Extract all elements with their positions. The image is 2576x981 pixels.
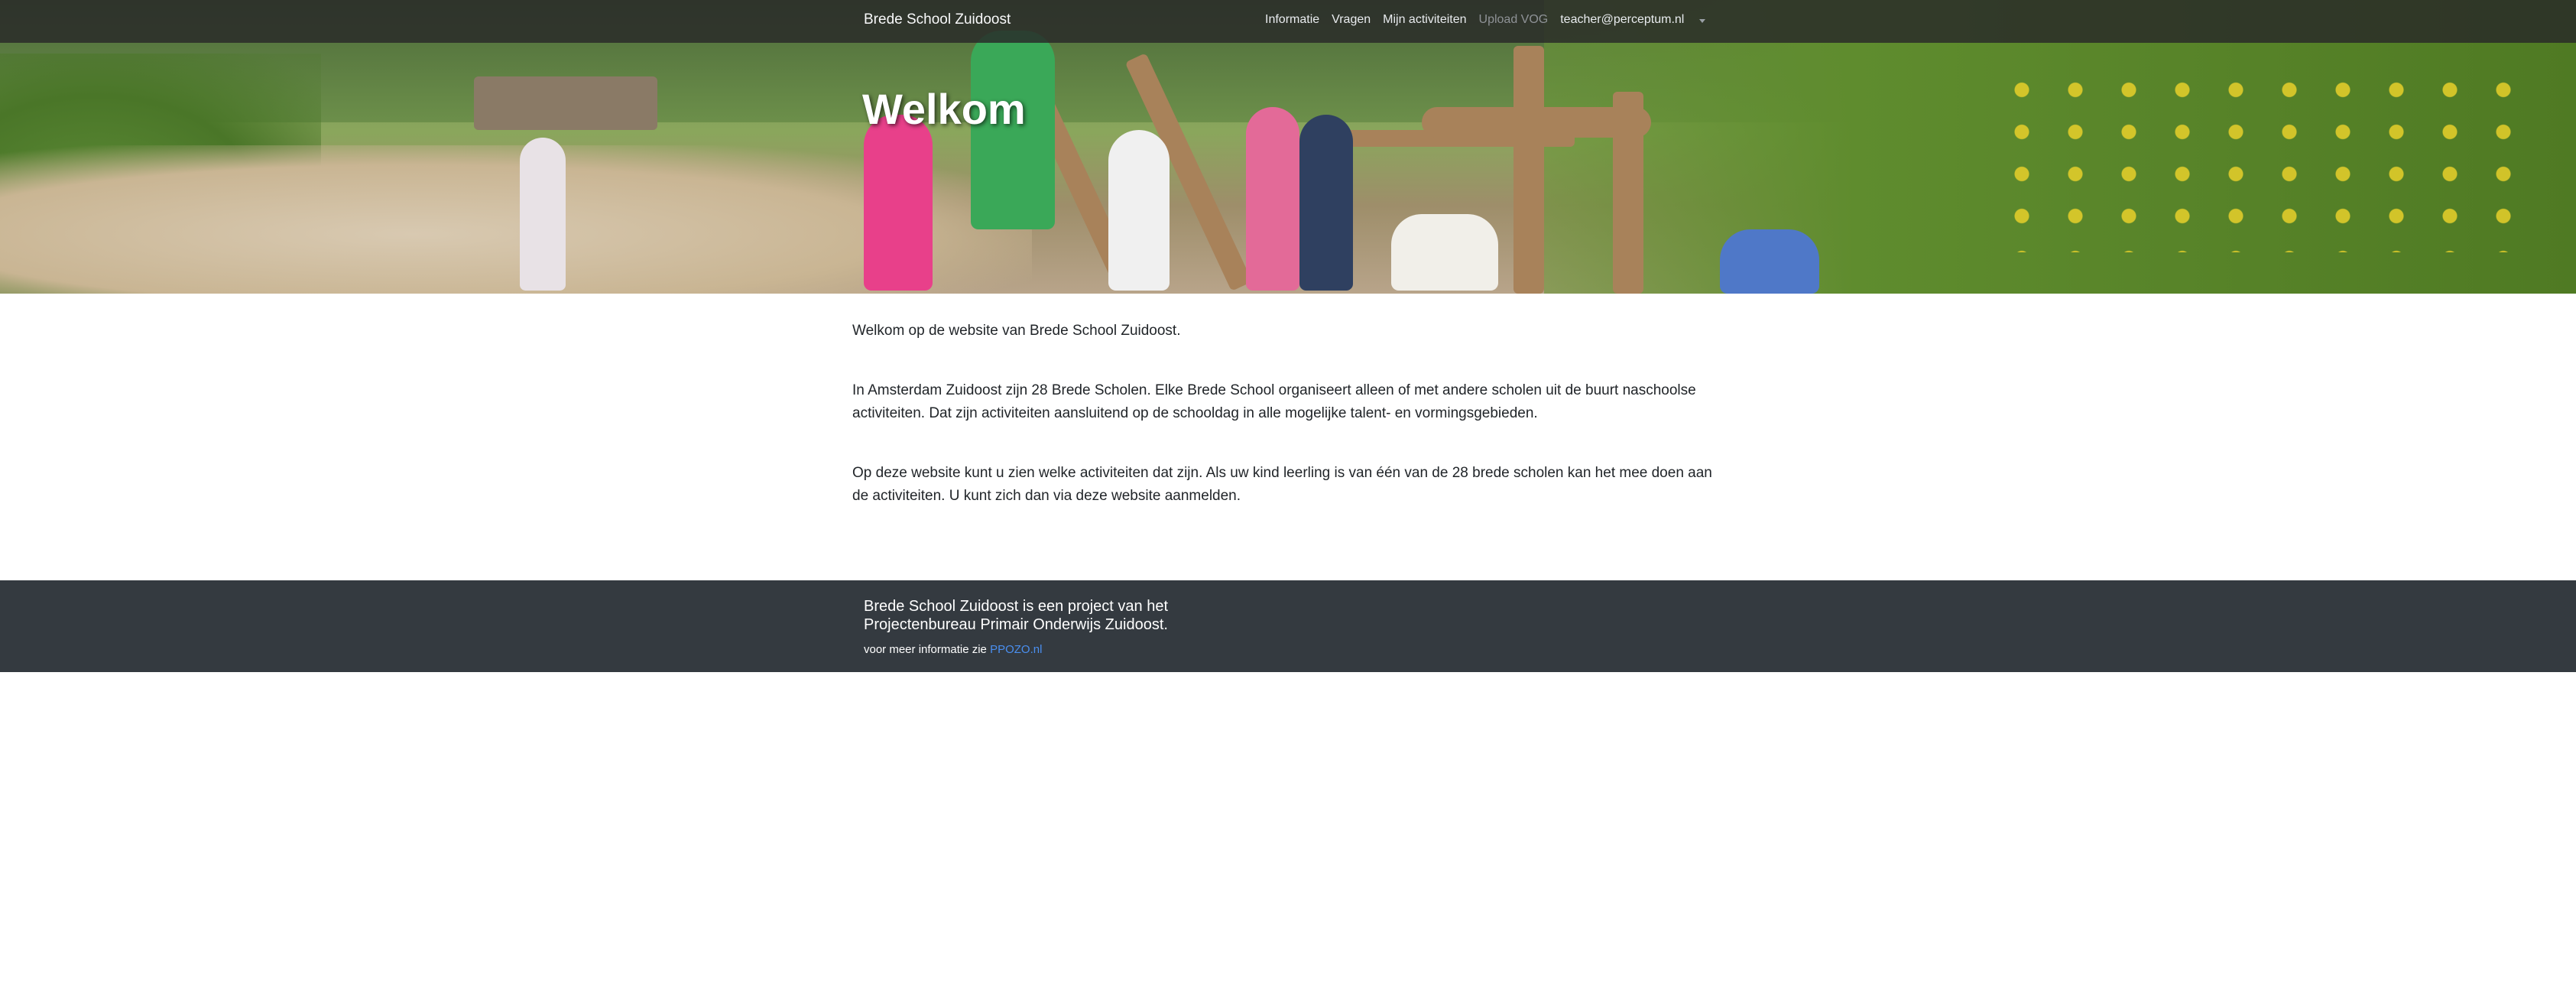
hero-child bbox=[1246, 107, 1299, 291]
hero-child bbox=[1391, 214, 1498, 291]
hero-child bbox=[1299, 115, 1353, 291]
main-content: Welkom op de website van Brede School Zu… bbox=[852, 320, 1731, 544]
nav-link-informatie[interactable]: Informatie bbox=[1265, 13, 1319, 27]
hero-child bbox=[520, 138, 566, 291]
hero-banner-image bbox=[0, 0, 2576, 294]
navbar-links: Informatie Vragen Mijn activiteiten Uplo… bbox=[1265, 13, 1706, 27]
footer: Brede School Zuidoost is een project van… bbox=[0, 580, 2576, 672]
chevron-down-icon[interactable] bbox=[1699, 18, 1706, 23]
top-navbar: Brede School Zuidoost Informatie Vragen … bbox=[0, 0, 2576, 43]
intro-paragraph: Welkom op de website van Brede School Zu… bbox=[852, 323, 1181, 339]
footer-line-2: Projectenbureau Primair Onderwijs Zuidoo… bbox=[864, 616, 1168, 633]
hero-child bbox=[1108, 130, 1170, 291]
hero-log bbox=[474, 76, 657, 130]
nav-link-vragen[interactable]: Vragen bbox=[1332, 13, 1371, 27]
info-paragraph: Op deze website kunt u zien welke activi… bbox=[852, 465, 1712, 504]
nav-link-mijn-activiteiten[interactable]: Mijn activiteiten bbox=[1383, 13, 1466, 27]
footer-description: Brede School Zuidoost is een project van… bbox=[864, 597, 1168, 634]
hero-playground-log bbox=[1422, 107, 1651, 138]
page-title: Welkom bbox=[862, 85, 1026, 133]
footer-line-1: Brede School Zuidoost is een project van… bbox=[864, 598, 1169, 615]
hero-playground-post bbox=[1513, 46, 1544, 294]
hero-child bbox=[864, 115, 933, 291]
nav-link-upload-vog[interactable]: Upload VOG bbox=[1479, 13, 1549, 27]
hero-child bbox=[1720, 229, 1819, 294]
footer-info-prefix: voor meer informatie zie bbox=[864, 643, 987, 656]
navbar-brand[interactable]: Brede School Zuidoost bbox=[864, 11, 1011, 28]
hero-yellow-flowers bbox=[1995, 69, 2530, 252]
info-paragraph: In Amsterdam Zuidoost zijn 28 Brede Scho… bbox=[852, 382, 1696, 421]
nav-user-email[interactable]: teacher@perceptum.nl bbox=[1560, 13, 1684, 27]
footer-more-info: voor meer informatie zie PPOZO.nl bbox=[864, 643, 1042, 656]
footer-ppozo-link[interactable]: PPOZO.nl bbox=[990, 643, 1042, 656]
